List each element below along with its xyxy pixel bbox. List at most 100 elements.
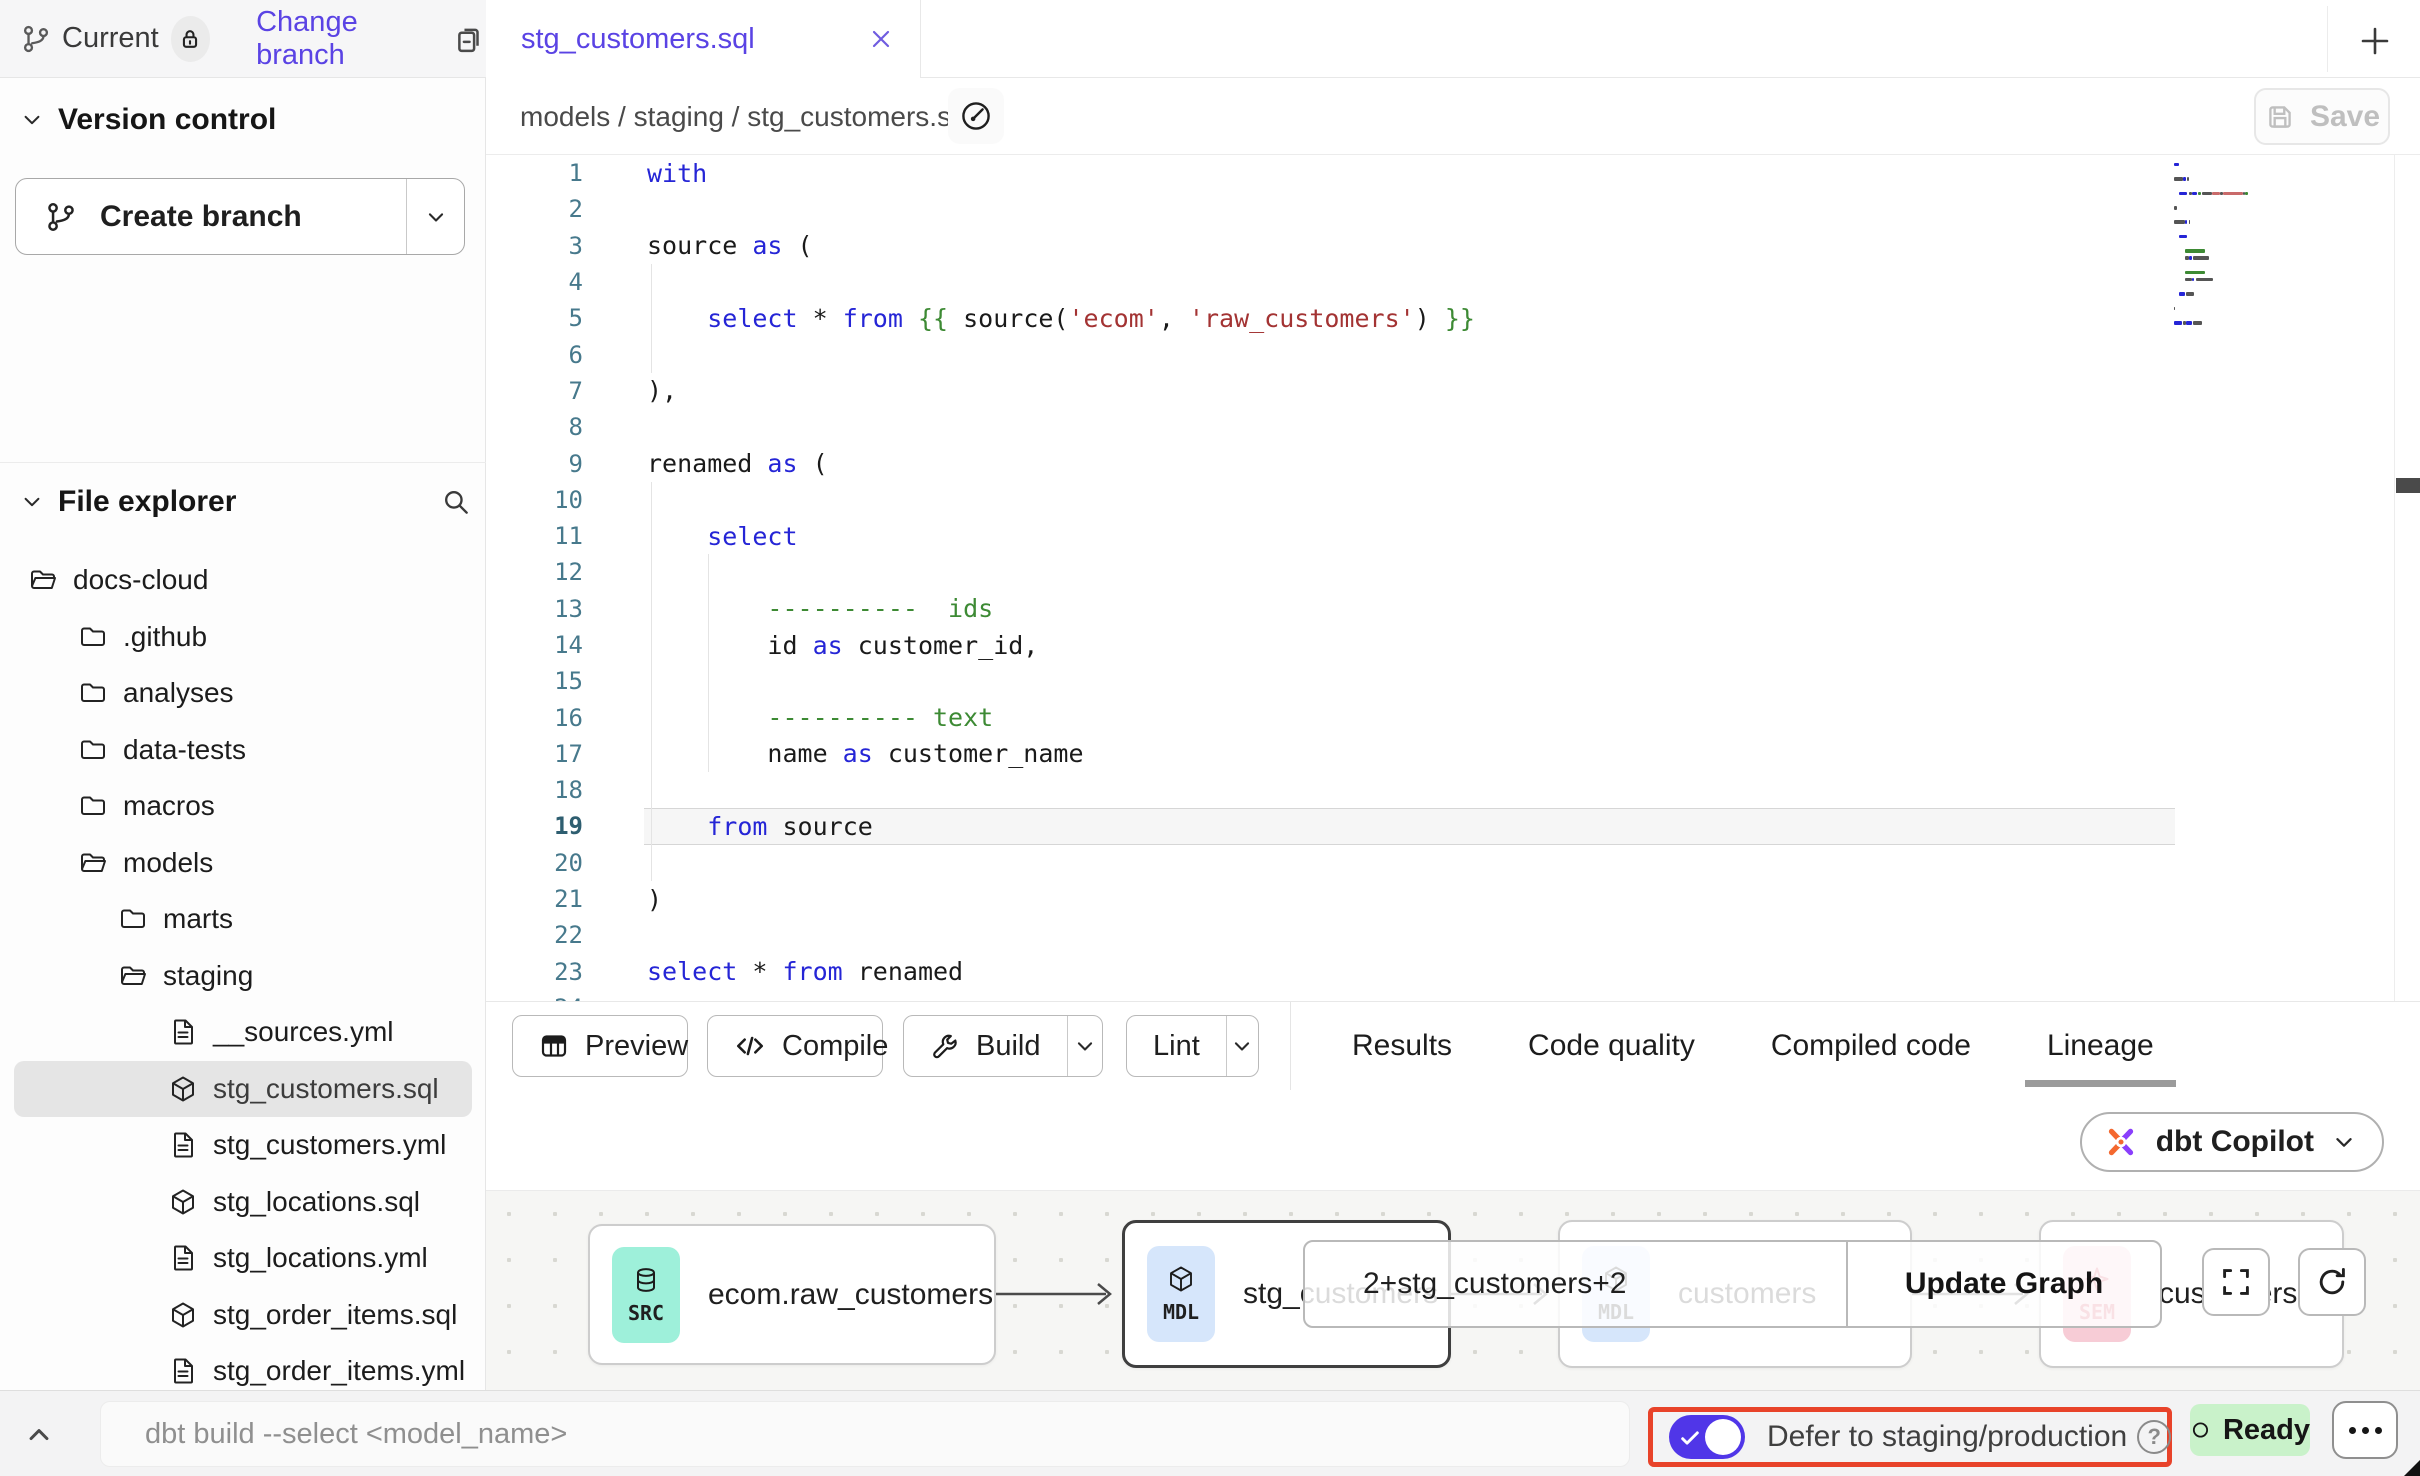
create-branch-main[interactable]: Create branch [16, 179, 406, 254]
new-tab-button[interactable] [2352, 18, 2398, 64]
defer-toggle[interactable] [1669, 1415, 1745, 1459]
file-explorer-header[interactable]: File explorer [20, 478, 460, 526]
compile-button[interactable]: Compile [707, 1015, 883, 1077]
editor-line[interactable]: 22 [486, 917, 2420, 953]
tab-lineage[interactable]: Lineage [2047, 1029, 2154, 1063]
status-circle-icon [2190, 1415, 2211, 1445]
minimap-divider [2394, 155, 2395, 1002]
editor-line[interactable]: 10 [486, 482, 2420, 518]
editor-line[interactable]: 23select * from renamed [486, 954, 2420, 990]
tab-title[interactable]: stg_customers.sql [521, 23, 755, 56]
file-tree-item[interactable]: stg_locations.yml [0, 1230, 486, 1287]
update-graph-button[interactable]: Update Graph [1848, 1267, 2160, 1301]
file-tree-label: data-tests [123, 734, 246, 766]
file-tree-item[interactable]: models [0, 835, 486, 892]
file-tree-label: marts [163, 903, 233, 935]
build-main[interactable]: Build [904, 1016, 1067, 1076]
editor-scrollbar[interactable] [2396, 478, 2420, 493]
line-number: 11 [486, 522, 583, 550]
editor-line[interactable]: 8 [486, 409, 2420, 445]
lineage-selector-bar[interactable]: 2+stg_customers+2 Update Graph [1303, 1240, 2162, 1328]
copy-icon[interactable] [452, 22, 486, 56]
editor-line[interactable]: 3source as ( [486, 228, 2420, 264]
build-dropdown[interactable] [1067, 1016, 1103, 1076]
file-tree-item[interactable]: docs-cloud [0, 552, 486, 609]
search-icon[interactable] [440, 486, 472, 518]
line-number: 13 [486, 595, 583, 623]
status-bar: dbt build --select <model_name> Defer to… [0, 1390, 2420, 1476]
refresh-button[interactable] [2298, 1248, 2366, 1316]
version-control-header[interactable]: Version control [20, 96, 460, 144]
editor-line[interactable]: 13 ---------- ids [486, 591, 2420, 627]
file-tree-item[interactable]: macros [0, 778, 486, 835]
file-tree-label: stg_locations.yml [213, 1242, 428, 1274]
editor-line[interactable]: 14 id as customer_id, [486, 627, 2420, 663]
editor-line[interactable]: 24 [486, 990, 2420, 1002]
file-tree-item[interactable]: data-tests [0, 722, 486, 779]
editor-line[interactable]: 21) [486, 881, 2420, 917]
line-number: 19 [486, 812, 583, 840]
tab-divider [920, 0, 921, 78]
editor-line[interactable]: 11 select [486, 518, 2420, 554]
create-branch-dropdown[interactable] [406, 179, 464, 254]
save-button[interactable]: Save [2254, 88, 2390, 145]
editor-line[interactable]: 19 from source [486, 808, 2420, 844]
file-tree-item[interactable]: stg_customers.yml [0, 1117, 486, 1174]
file-tree-item[interactable]: __sources.yml [0, 1004, 486, 1061]
change-branch-link[interactable]: Change branch [256, 6, 426, 72]
editor-line[interactable]: 2 [486, 191, 2420, 227]
version-control-title: Version control [58, 103, 276, 137]
file-tree-item[interactable]: stg_customers.sql [14, 1061, 472, 1118]
help-icon[interactable]: ? [2137, 1420, 2171, 1454]
file-tree-item[interactable]: stg_locations.sql [0, 1174, 486, 1231]
editor-line[interactable]: 7), [486, 373, 2420, 409]
build-button[interactable]: Build [903, 1015, 1103, 1077]
editor-line[interactable]: 9renamed as ( [486, 445, 2420, 481]
editor-line[interactable]: 12 [486, 554, 2420, 590]
editor-minimap[interactable] [2174, 161, 2389, 326]
tab-compiled-code[interactable]: Compiled code [1771, 1029, 1971, 1063]
more-options-button[interactable] [2332, 1401, 2398, 1459]
lint-button[interactable]: Lint [1126, 1015, 1259, 1077]
code-text: select [647, 522, 798, 551]
fullscreen-button[interactable] [2202, 1248, 2270, 1316]
file-tree-item[interactable]: staging [0, 948, 486, 1005]
build-label: Build [976, 1030, 1041, 1063]
file-tree-item[interactable]: analyses [0, 665, 486, 722]
editor-line[interactable]: 15 [486, 663, 2420, 699]
editor-line[interactable]: 18 [486, 772, 2420, 808]
editor-line[interactable]: 5 select * from {{ source('ecom', 'raw_c… [486, 300, 2420, 336]
collapse-panel-button[interactable] [22, 1417, 56, 1451]
gauge-icon[interactable] [948, 88, 1004, 144]
lint-main[interactable]: Lint [1127, 1016, 1226, 1076]
tab-code-quality[interactable]: Code quality [1528, 1029, 1695, 1063]
editor-line[interactable]: 4 [486, 264, 2420, 300]
editor-line[interactable]: 6 [486, 336, 2420, 372]
line-number: 5 [486, 304, 583, 332]
file-tree-item[interactable]: marts [0, 891, 486, 948]
close-icon[interactable] [866, 24, 896, 54]
tab-results[interactable]: Results [1352, 1029, 1452, 1063]
editor-line[interactable]: 16 ---------- text [486, 699, 2420, 735]
file-tree-item[interactable]: stg_order_items.sql [0, 1287, 486, 1344]
status-badge[interactable]: Ready [2190, 1404, 2310, 1456]
code-editor[interactable]: 1with23source as (45 select * from {{ so… [486, 155, 2420, 1002]
folder-icon [78, 735, 108, 765]
lineage-selector-input[interactable]: 2+stg_customers+2 [1305, 1267, 1846, 1301]
file-tree-item[interactable]: .github [0, 609, 486, 666]
folder-icon [78, 678, 108, 708]
file-tree-label: stg_customers.yml [213, 1129, 446, 1161]
editor-line[interactable]: 17 name as customer_name [486, 736, 2420, 772]
create-branch-button[interactable]: Create branch [15, 178, 465, 255]
lineage-panel[interactable]: SRC ecom.raw_customers MDL stg_customers… [486, 1190, 2420, 1390]
command-input[interactable]: dbt build --select <model_name> [100, 1401, 1630, 1467]
lint-dropdown[interactable] [1226, 1016, 1258, 1076]
preview-button[interactable]: Preview [512, 1015, 688, 1077]
tab-stg-customers[interactable]: stg_customers.sql [487, 0, 920, 78]
editor-line[interactable]: 1with [486, 155, 2420, 191]
line-number: 6 [486, 341, 583, 369]
dbt-copilot-button[interactable]: dbt Copilot [2080, 1112, 2384, 1172]
editor-line[interactable]: 20 [486, 845, 2420, 881]
code-text: ---------- ids [647, 594, 993, 623]
git-branch-icon [20, 23, 52, 55]
